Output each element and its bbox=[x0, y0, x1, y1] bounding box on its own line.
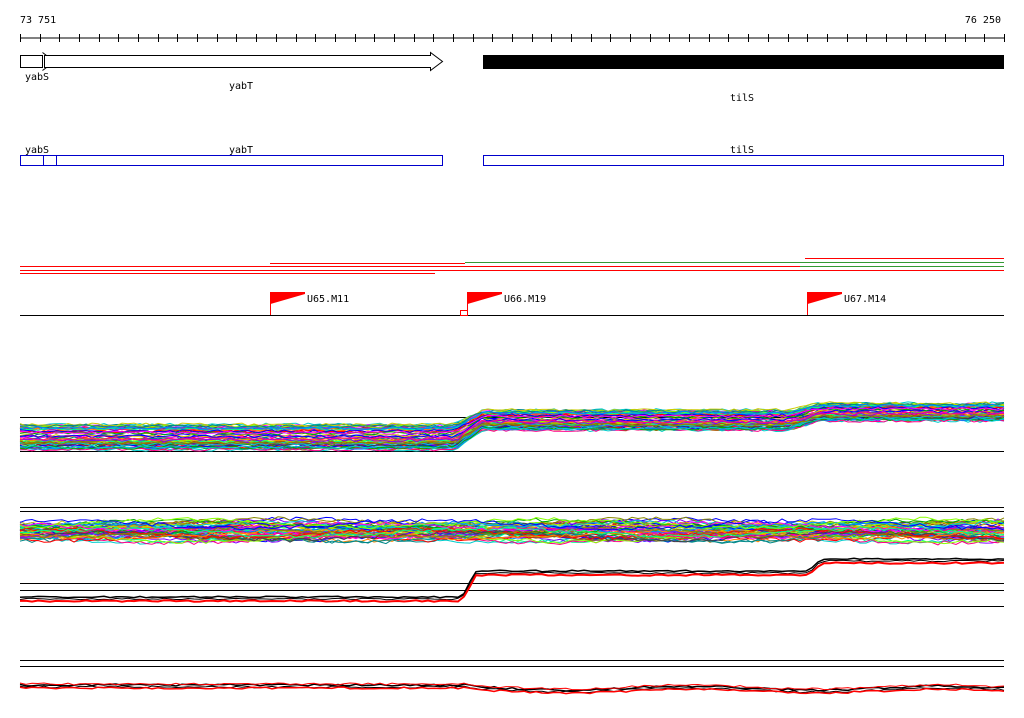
coordinate-ruler: 73 751 76 250 bbox=[20, 15, 1005, 42]
gene-tilS-body bbox=[483, 55, 1004, 69]
cds-track: yabS yabT tilS bbox=[20, 145, 1004, 166]
gene-yabT-label: yabT bbox=[229, 81, 253, 92]
expression-panel-2 bbox=[19, 507, 1005, 546]
gene-yabT[interactable]: yabT bbox=[44, 51, 444, 93]
segment-track bbox=[20, 258, 1004, 274]
marker-label: U65.M11 bbox=[307, 294, 349, 305]
marker-label: U67.M14 bbox=[844, 294, 886, 305]
marker-flag-U65[interactable]: U65.M11 bbox=[270, 292, 350, 315]
cds-yabT-label: yabT bbox=[229, 145, 253, 156]
gene-yabS-label: yabS bbox=[25, 72, 49, 83]
marker-flag-U66[interactable]: U66.M19 bbox=[460, 292, 547, 316]
ruler-start-label: 73 751 bbox=[20, 15, 56, 26]
profile-line bbox=[19, 557, 1005, 599]
profile-line bbox=[19, 561, 1005, 603]
cds-yabT-box[interactable] bbox=[20, 155, 443, 166]
gene-tilS[interactable]: tilS bbox=[483, 55, 1004, 104]
cds-tilS-box[interactable] bbox=[483, 155, 1004, 166]
gene-tilS-label: tilS bbox=[730, 93, 754, 104]
flag-pennant bbox=[270, 292, 305, 304]
flag-pennant bbox=[467, 292, 502, 304]
expression-panel-1 bbox=[19, 401, 1005, 452]
marker-flag-U67[interactable]: U67.M14 bbox=[807, 292, 887, 315]
cds-yabS-label: yabS bbox=[25, 145, 49, 156]
cds-tilS-label: tilS bbox=[730, 145, 754, 156]
expression-panel-3 bbox=[19, 557, 1005, 607]
gene-yabT-arrow bbox=[44, 51, 444, 72]
gene-track: yabS yabT tilS bbox=[20, 51, 1004, 104]
marker-track: U65.M11 U66.M19 U67.M14 bbox=[20, 292, 1004, 316]
flag-box bbox=[460, 310, 468, 316]
profile-line bbox=[19, 559, 1005, 601]
genome-browser-view: 73 751 76 250 yabS yabT tilS yabS yabT t… bbox=[0, 0, 1024, 714]
marker-label: U66.M19 bbox=[504, 294, 546, 305]
ruler-end-label: 76 250 bbox=[965, 15, 1001, 26]
gene-yabS-body bbox=[20, 55, 43, 68]
expression-panel-4 bbox=[19, 660, 1005, 695]
flag-pennant bbox=[807, 292, 842, 304]
